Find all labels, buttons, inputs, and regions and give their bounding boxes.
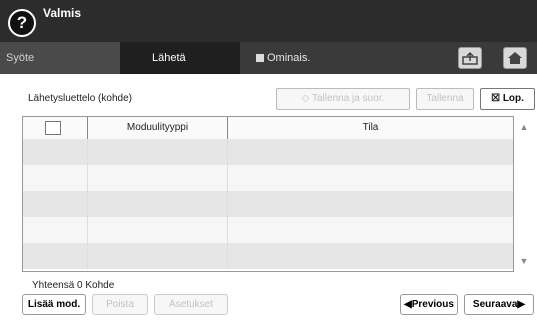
- upload-button[interactable]: [458, 47, 482, 69]
- column-module-type[interactable]: Moduulityyppi: [88, 117, 228, 139]
- select-all-column: [23, 117, 88, 139]
- select-all-checkbox[interactable]: [45, 121, 61, 135]
- table-cell: [23, 243, 88, 269]
- next-arrow-icon: ▶: [517, 299, 526, 310]
- scroll-up-icon[interactable]: ▲: [515, 118, 533, 136]
- table-cell: [88, 165, 228, 191]
- table-scrollbar[interactable]: ▲ ▼: [515, 116, 533, 272]
- close-button[interactable]: ☒ Lop.: [480, 88, 535, 110]
- main-panel: Lähetysluettelo (kohde) ◇ Tallenna ja su…: [0, 74, 537, 321]
- close-label: Lop.: [502, 93, 524, 104]
- tab-input[interactable]: Syöte: [0, 42, 120, 74]
- table-cell: [23, 139, 88, 165]
- table-row[interactable]: [23, 191, 513, 217]
- home-icon: [508, 52, 522, 64]
- table-header: Moduulityyppi Tila: [23, 117, 513, 140]
- add-module-button[interactable]: Lisää mod.: [22, 294, 86, 315]
- upload-icon: [462, 51, 478, 65]
- tab-options-label: Ominais.: [267, 52, 311, 64]
- total-count: Yhteensä 0 Kohde: [32, 280, 115, 291]
- tab-send[interactable]: Lähetä: [120, 42, 252, 74]
- table-cell: [88, 243, 228, 269]
- save-run-button[interactable]: ◇ Tallenna ja suor.: [276, 88, 410, 110]
- table-cell: [23, 217, 88, 243]
- prev-arrow-icon: ◀: [404, 299, 412, 310]
- home-button[interactable]: [503, 47, 527, 69]
- table-cell: [23, 165, 88, 191]
- tab-options[interactable]: Ominais.: [240, 42, 378, 74]
- table-row[interactable]: [23, 165, 513, 191]
- help-icon[interactable]: ?: [8, 9, 36, 37]
- column-status[interactable]: Tila: [228, 117, 513, 139]
- status-text: Valmis: [43, 6, 82, 20]
- table-cell: [88, 191, 228, 217]
- send-list-table: Moduulityyppi Tila: [22, 116, 514, 272]
- table-cell: [23, 191, 88, 217]
- previous-button[interactable]: ◀Previous: [400, 294, 458, 315]
- top-status-bar: ? Valmis: [0, 0, 537, 42]
- close-icon: ☒: [491, 93, 503, 104]
- delete-button[interactable]: Poista: [92, 294, 148, 315]
- scroll-down-icon[interactable]: ▼: [515, 252, 533, 270]
- save-run-label: Tallenna ja suor.: [312, 93, 385, 104]
- send-list-label: Lähetysluettelo (kohde): [28, 93, 132, 104]
- save-run-icon: ◇: [301, 93, 312, 104]
- table-cell: [88, 139, 228, 165]
- next-label: Seuraava: [472, 299, 518, 310]
- options-icon: [256, 54, 264, 62]
- table-row[interactable]: [23, 139, 513, 165]
- table-cell: [88, 217, 228, 243]
- navigation-bar: Syöte Lähetä Ominais.: [0, 42, 537, 74]
- table-row[interactable]: [23, 217, 513, 243]
- settings-button[interactable]: Asetukset: [154, 294, 228, 315]
- next-button[interactable]: Seuraava▶: [464, 294, 534, 315]
- save-button[interactable]: Tallenna: [416, 88, 474, 110]
- previous-label: Previous: [411, 299, 454, 310]
- table-row[interactable]: [23, 243, 513, 269]
